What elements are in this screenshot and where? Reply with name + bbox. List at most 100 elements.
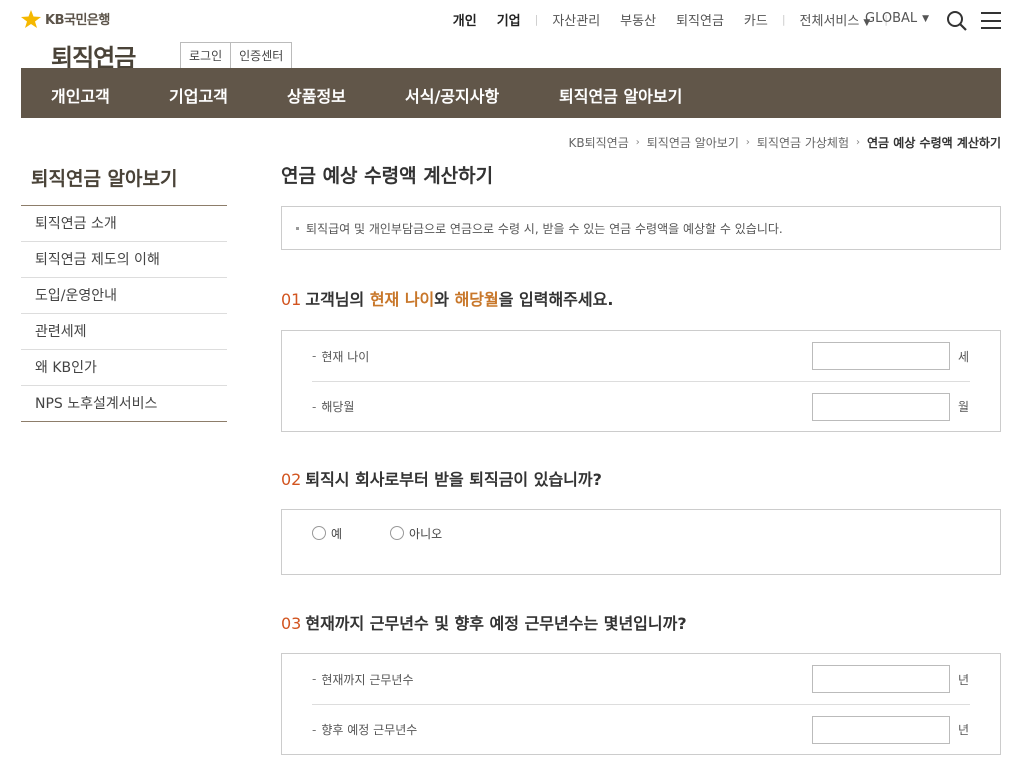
month-label: - 해당월 (312, 398, 354, 415)
question-text: 퇴직시 회사로부터 받을 퇴직금이 있습니까? (305, 470, 602, 489)
breadcrumb-current: 연금 예상 수령액 계산하기 (867, 136, 1001, 150)
breadcrumb-item[interactable]: 퇴직연금 알아보기 (647, 134, 739, 151)
divider: | (781, 13, 786, 26)
kb-logo[interactable]: KB국민은행 (21, 9, 110, 28)
question-highlight: 현재 나이 (369, 290, 435, 309)
age-input-group: 세 (812, 342, 970, 370)
gnb-forms-notices[interactable]: 서식/공지사항 (405, 83, 499, 107)
question-number: 01 (281, 290, 302, 309)
breadcrumb-item[interactable]: KB퇴직연금 (568, 134, 628, 151)
current-years-label: - 현재까지 근무년수 (312, 671, 413, 688)
radio-circle-icon (312, 526, 326, 540)
kb-star-icon (21, 9, 41, 28)
global-nav: 개인고객 기업고객 상품정보 서식/공지사항 퇴직연금 알아보기 (21, 68, 1001, 118)
lnb-item-tax[interactable]: 관련세제 (21, 314, 227, 350)
lnb-item-nps[interactable]: NPS 노후설계서비스 (21, 386, 227, 422)
notice-box: 퇴직급여 및 개인부담금으로 연금으로 수령 시, 받을 수 있는 연금 수령액… (281, 206, 1001, 250)
age-row: - 현재 나이 세 (312, 331, 970, 381)
global-dropdown[interactable]: GLOBAL ▼ (865, 11, 929, 26)
radio-no-label: 아니오 (409, 526, 443, 541)
age-label: - 현재 나이 (312, 348, 369, 365)
all-services-label: 전체서비스 (799, 14, 860, 29)
lnb-item-why-kb[interactable]: 왜 KB인가 (21, 350, 227, 386)
radio-no[interactable]: 아니오 (390, 525, 442, 542)
age-input[interactable] (812, 342, 950, 370)
question-text: 을 입력해주세요. (498, 290, 614, 309)
lnb-item-guide[interactable]: 도입/운영안내 (21, 278, 227, 314)
question-1-title: 01 고객님의 현재 나이와 해당월을 입력해주세요. (281, 288, 1001, 312)
util-nav-card[interactable]: 카드 (744, 10, 768, 29)
lnb-item-intro[interactable]: 퇴직연금 소개 (21, 206, 227, 242)
question-3-box: - 현재까지 근무년수 년 - 향후 예정 근무년수 년 (281, 653, 1001, 755)
current-years-input[interactable] (812, 665, 950, 693)
breadcrumb: KB퇴직연금 › 퇴직연금 알아보기 › 퇴직연금 가상체험 › 연금 예상 수… (568, 134, 1001, 151)
question-number: 03 (281, 614, 302, 633)
chevron-right-icon: › (856, 137, 861, 148)
question-3-title: 03 현재까지 근무년수 및 향후 예정 근무년수는 몇년입니까? (281, 612, 1001, 636)
lnb-title: 퇴직연금 알아보기 (31, 168, 178, 190)
dash: - (312, 722, 317, 737)
util-nav-corporate[interactable]: 기업 (497, 10, 521, 29)
future-years-input[interactable] (812, 715, 950, 744)
cert-center-button[interactable]: 인증센터 (231, 42, 293, 69)
future-years-row: - 향후 예정 근무년수 년 (312, 704, 970, 754)
month-input-group: 월 (812, 392, 970, 421)
gnb-about-pension[interactable]: 퇴직연금 알아보기 (559, 83, 682, 107)
month-unit: 월 (958, 400, 970, 414)
notice-text: 퇴직급여 및 개인부담금으로 연금으로 수령 시, 받을 수 있는 연금 수령액… (306, 221, 783, 236)
month-label-text: 해당월 (321, 400, 355, 414)
current-years-label-text: 현재까지 근무년수 (321, 672, 414, 687)
lnb-item-system[interactable]: 퇴직연금 제도의 이해 (21, 242, 227, 278)
radio-yes[interactable]: 예 (312, 525, 342, 542)
auth-buttons: 로그인 인증센터 (180, 42, 293, 69)
month-row: - 해당월 월 (312, 381, 970, 431)
question-2-title: 02 퇴직시 회사로부터 받을 퇴직금이 있습니까? (281, 468, 1001, 492)
question-2-box: 예 아니오 (281, 509, 1001, 575)
top-utility-bar: KB국민은행 개인 기업 | 자산관리 부동산 퇴직연금 카드 | 전체서비스 ▼… (0, 0, 1032, 40)
current-years-row: - 현재까지 근무년수 년 (312, 654, 970, 704)
chevron-right-icon: › (635, 137, 640, 148)
question-1-box: - 현재 나이 세 - 해당월 월 (281, 330, 1001, 432)
future-years-label: - 향후 예정 근무년수 (312, 721, 417, 738)
dash: - (312, 672, 317, 686)
future-years-label-text: 향후 예정 근무년수 (321, 723, 418, 737)
main-content: 연금 예상 수령액 계산하기 퇴직급여 및 개인부담금으로 연금으로 수령 시,… (281, 160, 1001, 755)
divider: | (534, 13, 539, 26)
current-years-unit: 년 (958, 672, 970, 687)
utility-nav: 개인 기업 | 자산관리 부동산 퇴직연금 카드 | 전체서비스 ▼ | (443, 10, 892, 29)
caret-down-icon: ▼ (922, 13, 930, 24)
gnb-personal[interactable]: 개인고객 (51, 83, 110, 107)
gnb-products[interactable]: 상품정보 (287, 83, 346, 107)
all-services-dropdown[interactable]: 전체서비스 ▼ (800, 10, 871, 29)
breadcrumb-item[interactable]: 퇴직연금 가상체험 (757, 134, 849, 151)
side-nav: 퇴직연금 소개 퇴직연금 제도의 이해 도입/운영안내 관련세제 왜 KB인가 … (21, 205, 227, 422)
util-nav-pension[interactable]: 퇴직연금 (676, 10, 724, 29)
question-text: 현재까지 근무년수 및 향후 예정 근무년수는 몇년입니까? (305, 614, 687, 633)
age-label-text: 현재 나이 (321, 349, 370, 364)
current-years-input-group: 년 (812, 665, 970, 693)
radio-yes-label: 예 (331, 526, 343, 541)
gnb-corporate[interactable]: 기업고객 (169, 83, 228, 107)
question-text: 고객님의 (305, 290, 370, 309)
util-nav-realestate[interactable]: 부동산 (620, 10, 656, 29)
month-input[interactable] (812, 392, 950, 421)
util-nav-asset[interactable]: 자산관리 (552, 10, 600, 29)
future-years-input-group: 년 (812, 715, 970, 744)
bullet-icon (296, 226, 299, 230)
question-highlight: 해당월 (454, 290, 499, 309)
bank-name: KB국민은행 (45, 13, 110, 28)
question-text: 와 (434, 290, 455, 309)
chevron-right-icon: › (745, 137, 750, 148)
search-icon[interactable] (946, 10, 968, 32)
dash: - (312, 399, 317, 414)
page-title: 연금 예상 수령액 계산하기 (281, 165, 494, 187)
dash: - (312, 349, 317, 363)
login-button[interactable]: 로그인 (180, 42, 232, 69)
global-label: GLOBAL (865, 11, 918, 26)
retirement-pay-radio-group: 예 아니오 (312, 510, 970, 556)
age-unit: 세 (958, 349, 970, 364)
question-number: 02 (281, 470, 302, 489)
hamburger-menu-icon[interactable] (981, 12, 1001, 29)
util-nav-personal[interactable]: 개인 (453, 10, 477, 29)
radio-circle-icon (390, 526, 405, 540)
